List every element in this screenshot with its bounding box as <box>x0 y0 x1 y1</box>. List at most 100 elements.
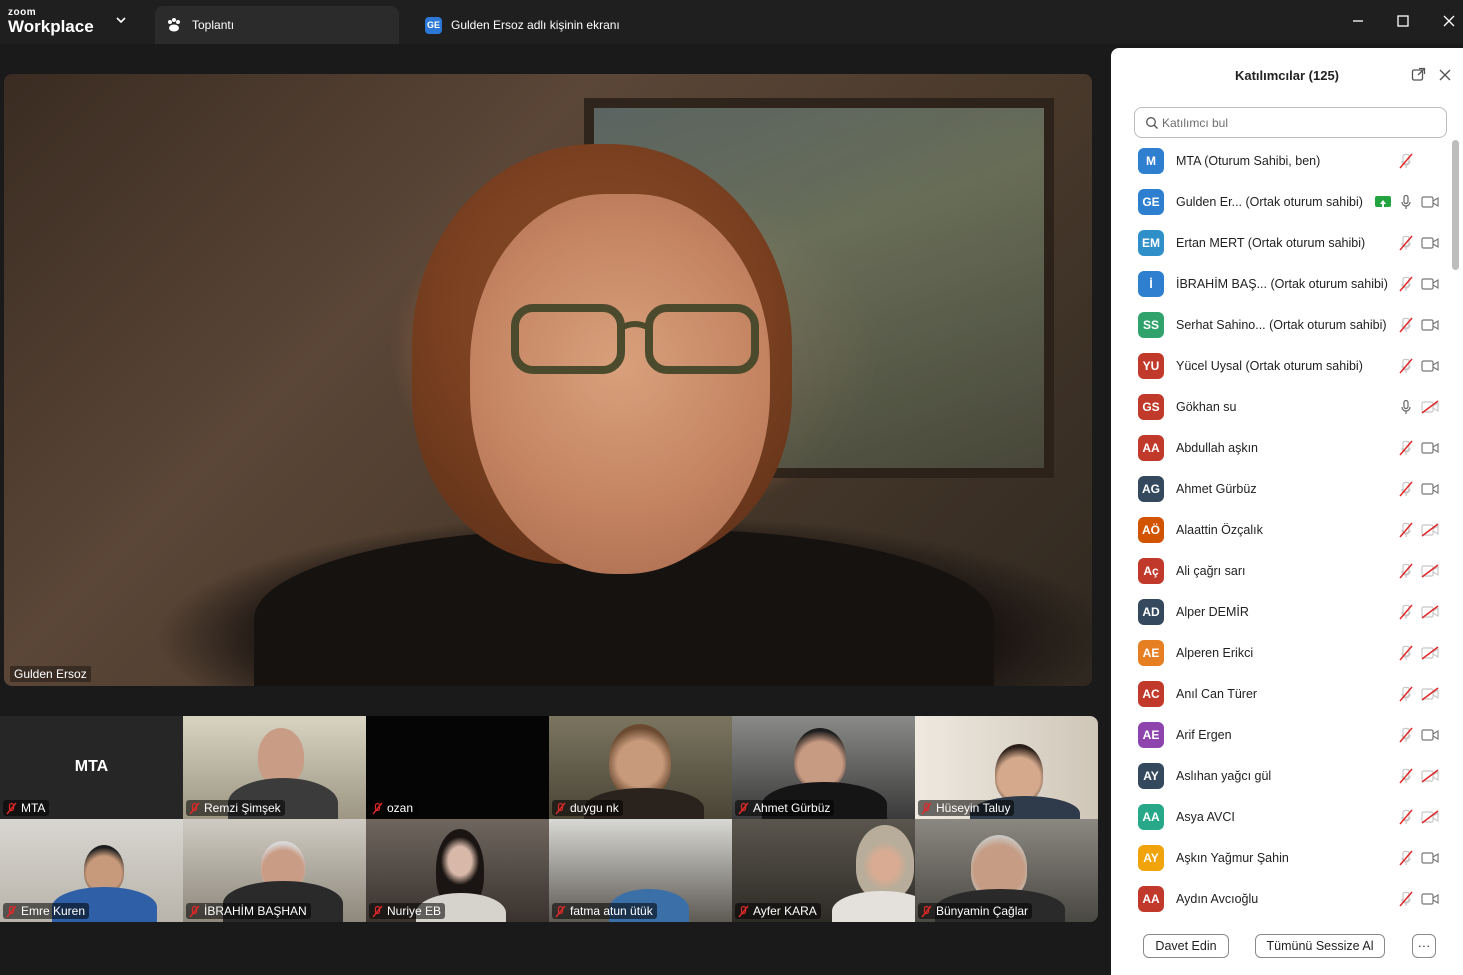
tile-name-tag: Nuriye EB <box>369 903 446 919</box>
video-off-icon[interactable] <box>1421 645 1439 660</box>
mic-muted-icon[interactable] <box>1398 153 1414 169</box>
video-tile[interactable]: Emre Kuren <box>0 819 183 922</box>
participant-row[interactable]: AD Alper DEMİR <box>1111 591 1451 632</box>
participant-search[interactable] <box>1134 107 1447 138</box>
participant-row[interactable]: Aç Ali çağrı sarı <box>1111 550 1451 591</box>
active-speaker-video[interactable]: Gulden Ersoz <box>4 74 1092 686</box>
video-tile[interactable]: Hüseyin Taluy <box>915 716 1098 819</box>
participant-row[interactable]: AY Aşkın Yağmur Şahin <box>1111 837 1451 878</box>
video-tile[interactable]: MTA MTA <box>0 716 183 819</box>
video-icon[interactable] <box>1421 277 1439 291</box>
mic-muted-icon[interactable] <box>1398 727 1414 743</box>
video-icon[interactable] <box>1421 482 1439 496</box>
participant-row[interactable]: AE Arif Ergen <box>1111 714 1451 755</box>
mic-muted-icon[interactable] <box>1398 563 1414 579</box>
chevron-down-icon[interactable] <box>114 13 128 27</box>
video-icon[interactable] <box>1421 359 1439 373</box>
participant-row[interactable]: AA Asya AVCI <box>1111 796 1451 837</box>
mic-muted-icon[interactable] <box>1398 604 1414 620</box>
screen-share-icon <box>1375 196 1391 207</box>
video-off-icon[interactable] <box>1421 686 1439 701</box>
avatar: AY <box>1138 762 1164 789</box>
participant-list-scrollbar[interactable] <box>1452 140 1459 270</box>
mic-muted-icon[interactable] <box>1398 850 1414 866</box>
participant-row[interactable]: AE Alperen Erikci <box>1111 632 1451 673</box>
video-off-icon[interactable] <box>1421 768 1439 783</box>
participant-name: Gökhan su <box>1176 399 1237 414</box>
video-tile[interactable]: Remzi Şimşek <box>183 716 366 819</box>
close-window-icon[interactable] <box>1440 12 1458 30</box>
participant-name: Aydın Avcıoğlu <box>1176 891 1259 906</box>
avatar: M <box>1138 147 1164 174</box>
participant-row[interactable]: EM Ertan MERT (Ortak oturum sahibi) <box>1111 222 1451 263</box>
participant-head <box>258 728 304 784</box>
tab-meeting[interactable]: Toplantı <box>155 6 399 44</box>
mic-muted-icon[interactable] <box>1398 686 1414 702</box>
more-options-button[interactable]: ··· <box>1412 934 1436 958</box>
mic-muted-icon[interactable] <box>1398 440 1414 456</box>
participant-row[interactable]: İ İBRAHİM BAŞ... (Ortak oturum sahibi) <box>1111 263 1451 304</box>
mic-muted-icon[interactable] <box>1398 481 1414 497</box>
participant-row[interactable]: AA Aydın Avcıoğlu <box>1111 878 1451 919</box>
participant-row[interactable]: GE Gulden Er... (Ortak oturum sahibi) <box>1111 181 1451 222</box>
mic-muted-icon <box>6 905 17 917</box>
speaker-face <box>470 194 770 574</box>
participant-row[interactable]: AY Aslıhan yağcı gül <box>1111 755 1451 796</box>
tile-initials: MTA <box>74 758 109 775</box>
search-input[interactable] <box>1162 112 1432 134</box>
participant-row[interactable]: SS Serhat Sahino... (Ortak oturum sahibi) <box>1111 304 1451 345</box>
video-off-icon[interactable] <box>1421 809 1439 824</box>
mic-muted-icon[interactable] <box>1398 809 1414 825</box>
video-icon[interactable] <box>1421 195 1439 209</box>
video-icon[interactable] <box>1421 441 1439 455</box>
participant-row[interactable]: YU Yücel Uysal (Ortak oturum sahibi) <box>1111 345 1451 386</box>
pop-out-icon[interactable] <box>1411 67 1426 82</box>
video-tile[interactable]: fatma atun ütük <box>549 819 732 922</box>
video-off-icon[interactable] <box>1421 563 1439 578</box>
participant-row[interactable]: AG Ahmet Gürbüz <box>1111 468 1451 509</box>
video-icon[interactable] <box>1421 892 1439 906</box>
video-off-icon[interactable] <box>1421 522 1439 537</box>
minimize-icon[interactable] <box>1349 12 1367 30</box>
mic-muted-icon[interactable] <box>1398 358 1414 374</box>
participant-row[interactable]: GS Gökhan su <box>1111 386 1451 427</box>
video-icon[interactable] <box>1421 851 1439 865</box>
tab-label: Toplantı <box>192 18 235 32</box>
participant-row[interactable]: M MTA (Oturum Sahibi, ben) <box>1111 140 1451 181</box>
mic-icon[interactable] <box>1398 399 1414 415</box>
participant-list[interactable]: M MTA (Oturum Sahibi, ben) GE Gulden Er... … <box>1111 140 1451 930</box>
video-tile[interactable]: ozan <box>366 716 549 819</box>
video-off-icon[interactable] <box>1421 604 1439 619</box>
video-tile[interactable]: duygu nk <box>549 716 732 819</box>
video-tile[interactable]: Ahmet Gürbüz <box>732 716 915 819</box>
video-icon[interactable] <box>1421 318 1439 332</box>
tile-name-tag: Hüseyin Taluy <box>918 800 1015 816</box>
mic-muted-icon[interactable] <box>1398 522 1414 538</box>
mic-muted-icon[interactable] <box>1398 276 1414 292</box>
mic-muted-icon[interactable] <box>1398 891 1414 907</box>
participant-row[interactable]: AC Anıl Can Türer <box>1111 673 1451 714</box>
participant-row[interactable]: AÖ Alaattin Özçalık <box>1111 509 1451 550</box>
participant-row[interactable]: AA Abdullah aşkın <box>1111 427 1451 468</box>
mic-muted-icon[interactable] <box>1398 235 1414 251</box>
maximize-icon[interactable] <box>1394 12 1412 30</box>
mic-muted-icon[interactable] <box>1398 317 1414 333</box>
tile-name-tag: duygu nk <box>552 800 623 816</box>
mic-muted-icon[interactable] <box>1398 645 1414 661</box>
close-icon[interactable] <box>1438 68 1452 82</box>
participant-name: Gulden Er... (Ortak oturum sahibi) <box>1176 194 1363 209</box>
video-icon[interactable] <box>1421 236 1439 250</box>
video-tile[interactable]: İBRAHİM BAŞHAN <box>183 819 366 922</box>
invite-button[interactable]: Davet Edin <box>1143 934 1229 958</box>
zoom-workplace-logo[interactable]: zoom Workplace <box>8 7 94 36</box>
mic-muted-icon[interactable] <box>1398 768 1414 784</box>
video-tile[interactable]: Bünyamin Çağlar <box>915 819 1098 922</box>
mute-all-button[interactable]: Tümünü Sessize Al <box>1255 934 1385 958</box>
video-tile[interactable]: Nuriye EB <box>366 819 549 922</box>
tab-shared-screen[interactable]: GE Gulden Ersoz adlı kişinin ekranı <box>425 6 725 44</box>
video-tile[interactable]: Ayfer KARA <box>732 819 915 922</box>
video-icon[interactable] <box>1421 728 1439 742</box>
video-off-icon[interactable] <box>1421 399 1439 414</box>
participant-head <box>609 724 671 796</box>
mic-icon[interactable] <box>1398 194 1414 210</box>
